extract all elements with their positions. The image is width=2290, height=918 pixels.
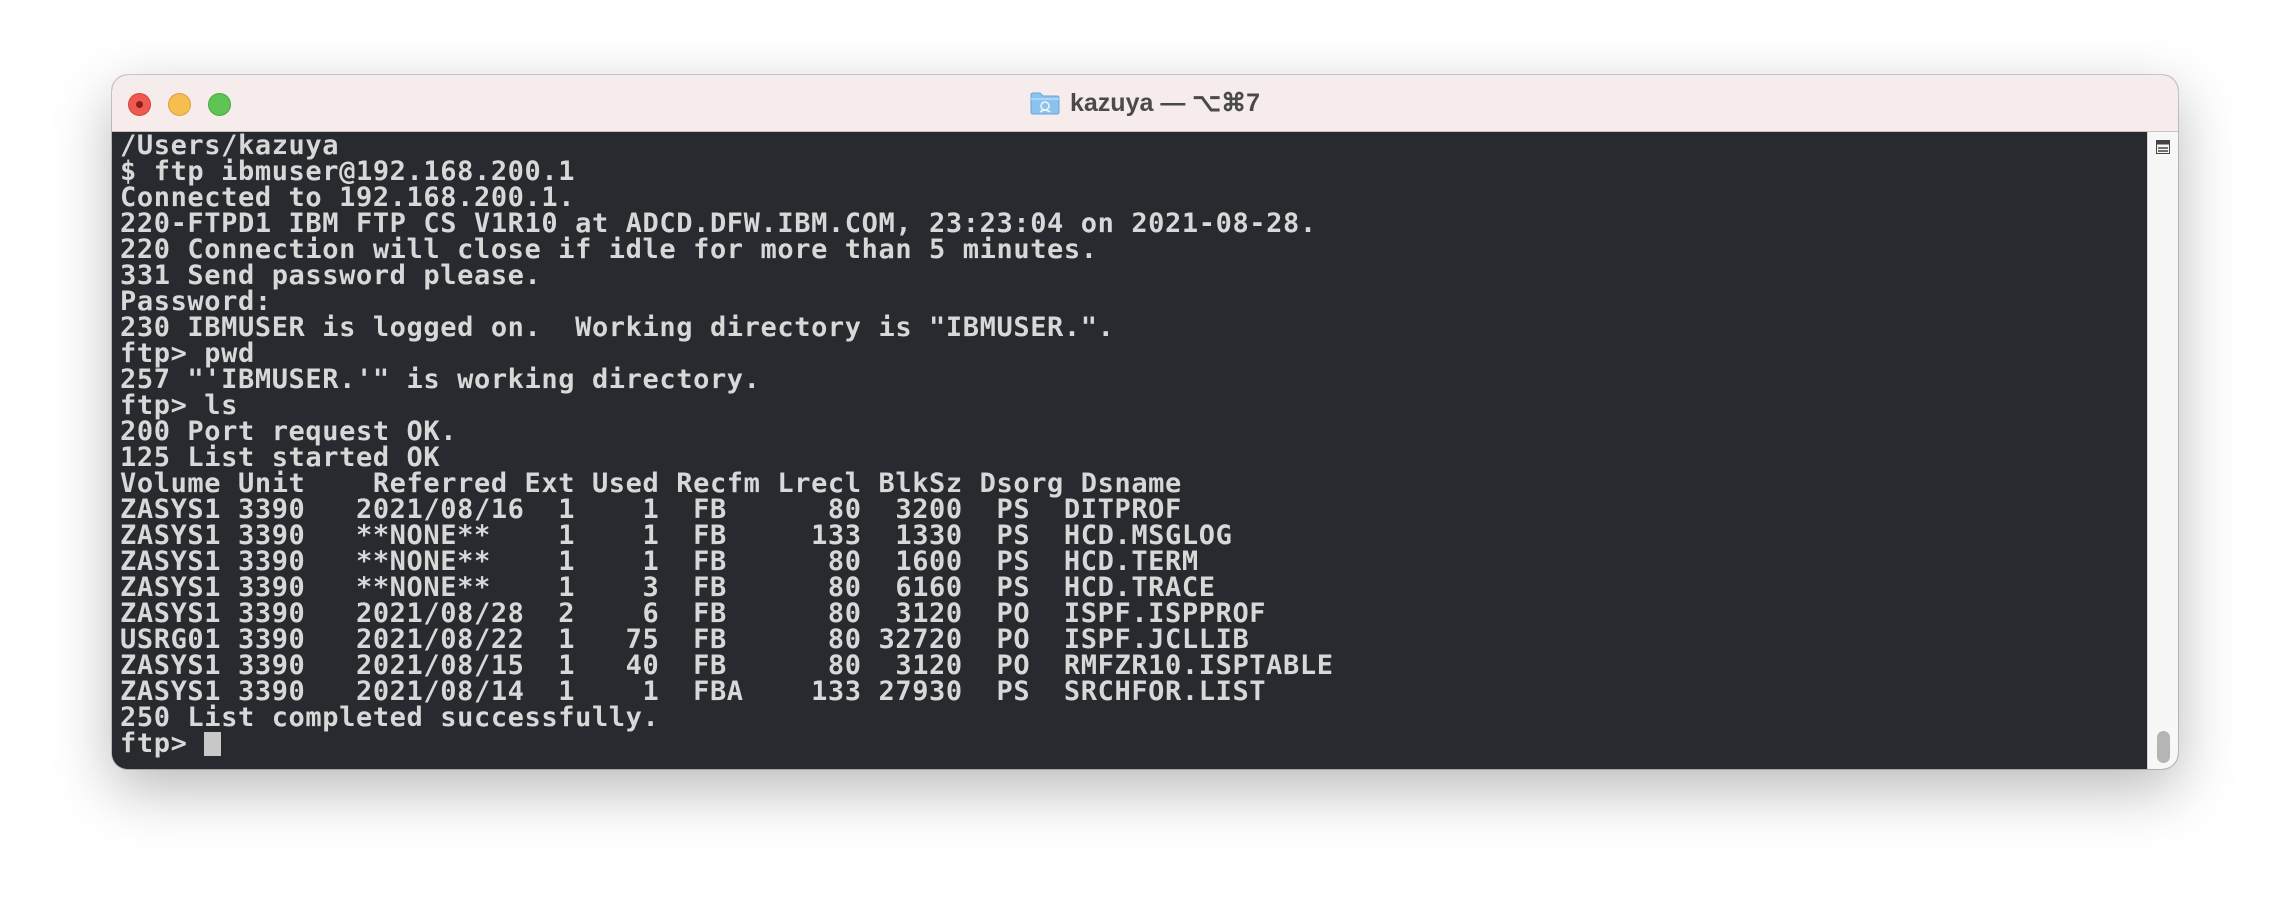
vertical-scrollbar[interactable] <box>2147 132 2178 769</box>
terminal-window: kazuya — ⌥⌘7 /Users/kazuya $ ftp ibmuser@… <box>112 75 2178 769</box>
terminal-line: 230 IBMUSER is logged on. Working direct… <box>120 312 1115 343</box>
terminal-line: 250 List completed successfully. <box>120 702 660 733</box>
terminal-line: 331 Send password please. <box>120 260 542 291</box>
folder-icon <box>1030 91 1060 115</box>
terminal-output[interactable]: /Users/kazuya $ ftp ibmuser@192.168.200.1… <box>112 132 2148 769</box>
prompt-line[interactable]: ftp> <box>120 728 1334 759</box>
window-title: kazuya — ⌥⌘7 <box>1070 89 1260 117</box>
scroll-menu-icon[interactable] <box>2156 140 2170 154</box>
window-title-group: kazuya — ⌥⌘7 <box>112 75 2178 131</box>
terminal-line: 257 "'IBMUSER.'" is working directory. <box>120 364 761 395</box>
title-bar[interactable]: kazuya — ⌥⌘7 <box>112 75 2178 132</box>
prompt-text: ftp> <box>120 728 205 759</box>
terminal-text: /Users/kazuya $ ftp ibmuser@192.168.200.1… <box>120 132 1334 759</box>
text-cursor <box>204 732 222 756</box>
scroll-thumb[interactable] <box>2157 731 2170 763</box>
